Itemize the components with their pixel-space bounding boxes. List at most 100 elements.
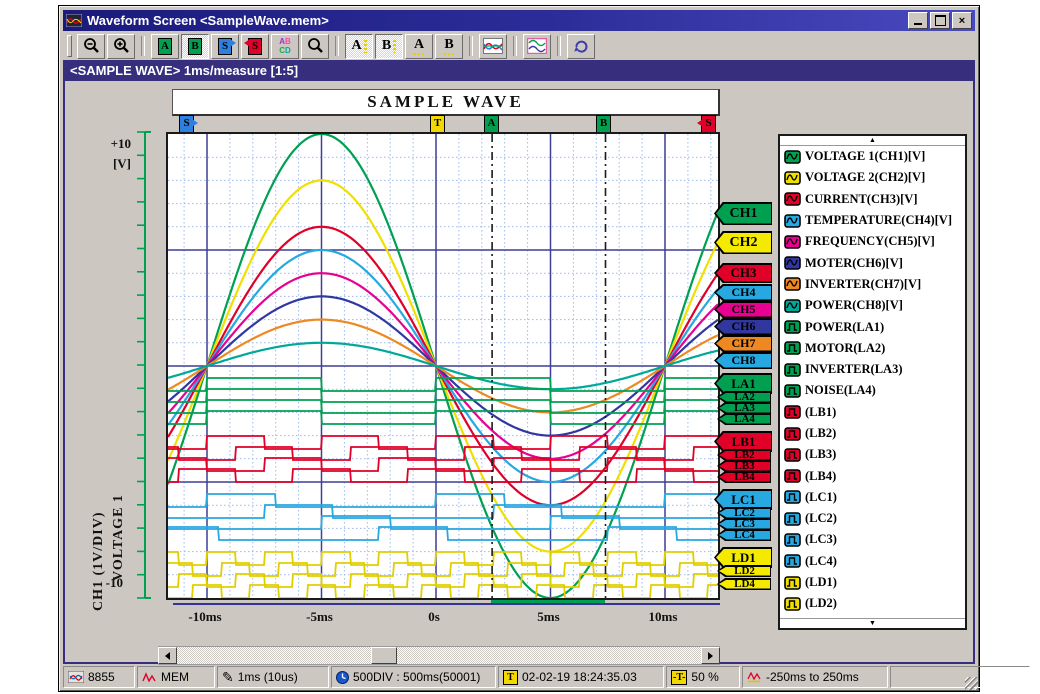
status-text: -250ms to 250ms bbox=[766, 670, 859, 684]
channel-tag-lb2[interactable]: LB2 bbox=[717, 449, 771, 461]
legend-item[interactable]: (LB4) bbox=[780, 465, 965, 486]
legend-pulse-icon bbox=[784, 320, 801, 334]
legend-item[interactable]: POWER(CH8)[V] bbox=[780, 295, 965, 316]
legend-item[interactable]: (LD2) bbox=[780, 593, 965, 614]
channel-tag-lb4[interactable]: LB4 bbox=[717, 471, 771, 483]
range-wave-icon bbox=[747, 672, 762, 683]
cursor-b-toggle-button[interactable]: B bbox=[375, 34, 403, 59]
channel-tag-ch2[interactable]: CH2 bbox=[714, 231, 772, 254]
goto-mark-a-button[interactable]: A bbox=[151, 34, 179, 59]
channel-tag-face: LA1 bbox=[716, 375, 771, 393]
waveform-plot[interactable] bbox=[166, 132, 720, 600]
scrollbar-thumb[interactable] bbox=[371, 647, 397, 664]
legend-pulse-icon bbox=[784, 597, 801, 611]
channel-tag-ld2[interactable]: LD2 bbox=[717, 565, 771, 577]
marker-flag-b[interactable]: B bbox=[596, 115, 611, 133]
refresh-icon bbox=[572, 38, 590, 54]
legend-item[interactable]: FREQUENCY(CH5)[V] bbox=[780, 231, 965, 252]
status-text: 02-02-19 18:24:35.03 bbox=[522, 670, 637, 684]
zoom-in-button[interactable] bbox=[107, 34, 135, 59]
channel-tag-lc2[interactable]: LC2 bbox=[717, 507, 771, 519]
legend-item[interactable]: POWER(LA1) bbox=[780, 316, 965, 337]
scroll-left-button[interactable] bbox=[158, 647, 177, 664]
cursor-a-toggle-button[interactable]: A bbox=[345, 34, 373, 59]
legend-item[interactable]: (LC3) bbox=[780, 529, 965, 550]
minimize-button[interactable] bbox=[908, 12, 928, 29]
legend-item-label: MOTER(CH6)[V] bbox=[805, 256, 903, 271]
channel-tag-face: CH3 bbox=[716, 265, 771, 282]
goto-mark-b-button[interactable]: B bbox=[181, 34, 209, 59]
channel-tag-ch7[interactable]: CH7 bbox=[714, 335, 772, 352]
legend-item[interactable]: (LC4) bbox=[780, 551, 965, 572]
legend-item[interactable]: (LB1) bbox=[780, 402, 965, 423]
channel-tag-la1[interactable]: LA1 bbox=[714, 373, 772, 394]
marker-flag-a[interactable]: A bbox=[484, 115, 499, 133]
legend-item[interactable]: VOLTAGE 2(CH2)[V] bbox=[780, 167, 965, 188]
close-button[interactable]: × bbox=[952, 12, 972, 29]
chart-title: SAMPLE WAVE bbox=[367, 92, 524, 112]
legend-scroll-up[interactable]: ▲ bbox=[780, 136, 965, 146]
channel-tag-lc3[interactable]: LC3 bbox=[717, 518, 771, 530]
legend-scroll-down[interactable]: ▼ bbox=[780, 618, 965, 628]
status-panel-4: T02-02-19 18:24:35.03 bbox=[498, 666, 664, 688]
channel-tag-ch3[interactable]: CH3 bbox=[714, 263, 772, 283]
channel-tag-lc1[interactable]: LC1 bbox=[714, 489, 772, 510]
cursor-a-value-button[interactable]: A bbox=[405, 34, 433, 59]
marker-flag-s-end[interactable]: S bbox=[701, 115, 716, 133]
title-bar[interactable]: Waveform Screen <SampleWave.mem> × bbox=[63, 10, 975, 31]
channel-tag-la4[interactable]: LA4 bbox=[717, 413, 771, 425]
legend-item-label: VOLTAGE 2(CH2)[V] bbox=[805, 170, 925, 185]
legend-item[interactable]: (LC2) bbox=[780, 508, 965, 529]
legend-item[interactable]: NOISE(LA4) bbox=[780, 380, 965, 401]
channel-tag-face: LB2 bbox=[719, 451, 770, 460]
channel-tag-ch5[interactable]: CH5 bbox=[714, 301, 772, 318]
resize-grip[interactable] bbox=[965, 677, 978, 690]
channel-tag-la3[interactable]: LA3 bbox=[717, 402, 771, 414]
channel-tag-la2[interactable]: LA2 bbox=[717, 391, 771, 403]
channel-tag-ld1[interactable]: LD1 bbox=[714, 547, 772, 568]
redraw-button[interactable] bbox=[567, 34, 595, 59]
legend-item[interactable]: (LD1) bbox=[780, 572, 965, 593]
legend-item[interactable]: VOLTAGE 1(CH1)[V] bbox=[780, 146, 965, 167]
sheet-info-bar: <SAMPLE WAVE> 1ms/measure [1:5] bbox=[63, 60, 975, 81]
legend-item[interactable]: INVERTER(CH7)[V] bbox=[780, 274, 965, 295]
legend-sine-icon bbox=[784, 171, 801, 185]
wave-display-single-button[interactable] bbox=[479, 34, 507, 59]
legend-item-label: VOLTAGE 1(CH1)[V] bbox=[805, 149, 925, 164]
search-button[interactable] bbox=[301, 34, 329, 59]
scroll-right-button[interactable] bbox=[701, 647, 720, 664]
channel-tag-face: LC1 bbox=[716, 491, 771, 509]
legend-item[interactable]: (LC1) bbox=[780, 487, 965, 508]
channel-tag-ch6[interactable]: CH6 bbox=[714, 318, 772, 335]
legend-item[interactable]: (LB2) bbox=[780, 423, 965, 444]
horizontal-scrollbar[interactable] bbox=[158, 646, 720, 665]
legend-item[interactable]: MOTER(CH6)[V] bbox=[780, 252, 965, 273]
channel-tag-lb3[interactable]: LB3 bbox=[717, 460, 771, 472]
channel-tag-ch1[interactable]: CH1 bbox=[714, 202, 772, 225]
search-abcd-button[interactable]: ABCD bbox=[271, 34, 299, 59]
marker-flag-s[interactable]: S bbox=[179, 115, 194, 133]
legend-item[interactable]: (LB3) bbox=[780, 444, 965, 465]
channel-tag-ld4[interactable]: LD4 bbox=[717, 578, 771, 590]
legend-item[interactable]: CURRENT(CH3)[V] bbox=[780, 189, 965, 210]
status-text: 500DIV : 500ms(50001) bbox=[353, 670, 480, 684]
channel-tag-ch4[interactable]: CH4 bbox=[714, 284, 772, 301]
channel-tag-ch8[interactable]: CH8 bbox=[714, 352, 772, 369]
channel-tag-lc4[interactable]: LC4 bbox=[717, 529, 771, 541]
legend-pulse-icon bbox=[784, 363, 801, 377]
goto-start-s-button[interactable]: S bbox=[211, 34, 239, 59]
marker-flag-t[interactable]: T bbox=[430, 115, 445, 133]
channel-tag-face: LA4 bbox=[719, 415, 770, 424]
channel-tag-lb1[interactable]: LB1 bbox=[714, 431, 772, 452]
cursor-b-value-button[interactable]: B bbox=[435, 34, 463, 59]
zoom-out-button[interactable] bbox=[77, 34, 105, 59]
legend-item[interactable]: TEMPERATURE(CH4)[V] bbox=[780, 210, 965, 231]
legend-item[interactable]: MOTOR(LA2) bbox=[780, 338, 965, 359]
wave-display-split-button[interactable] bbox=[523, 34, 551, 59]
maximize-button[interactable] bbox=[930, 12, 950, 29]
status-bar: 8855MEM✎1ms (10us)500DIV : 500ms(50001)T… bbox=[63, 666, 975, 688]
legend-pulse-icon bbox=[784, 490, 801, 504]
toolbar-grip[interactable] bbox=[67, 35, 72, 57]
legend-item[interactable]: INVERTER(LA3) bbox=[780, 359, 965, 380]
goto-end-s-button[interactable]: S bbox=[241, 34, 269, 59]
